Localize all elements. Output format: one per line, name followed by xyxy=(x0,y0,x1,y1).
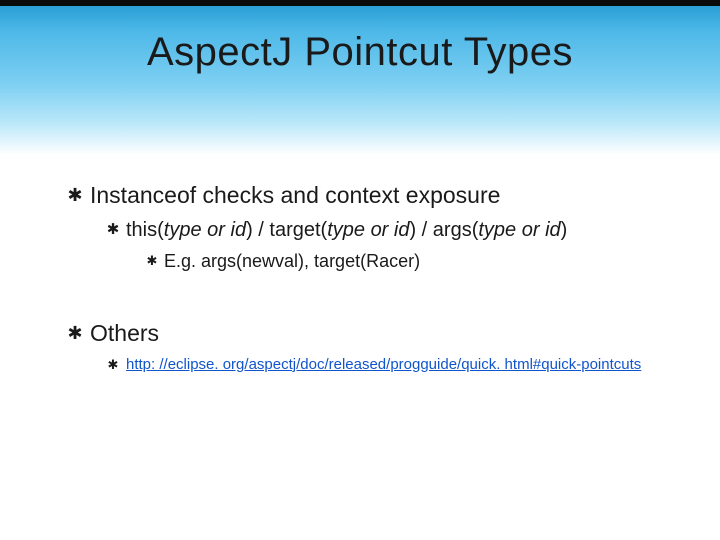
header-gradient xyxy=(0,0,720,155)
sig-this: this( xyxy=(126,219,164,241)
asterisk-icon: ✱ xyxy=(100,354,126,376)
slide: AspectJ Pointcut Types ✱ Instanceof chec… xyxy=(0,0,720,540)
bullet-level2: ✱ http: //eclipse. org/aspectj/doc/relea… xyxy=(100,354,670,376)
spacer xyxy=(60,278,670,318)
sig-close: ) xyxy=(561,219,568,241)
asterisk-icon: ✱ xyxy=(60,180,90,210)
bullet-level1: ✱ Instanceof checks and context exposure xyxy=(60,180,670,210)
sig-arg: type or id xyxy=(164,219,246,241)
bullet-level3: ✱ E.g. args(newval), target(Racer) xyxy=(140,248,670,274)
slide-body: ✱ Instanceof checks and context exposure… xyxy=(60,180,670,380)
section1-example: E.g. args(newval), target(Racer) xyxy=(164,248,420,274)
asterisk-icon: ✱ xyxy=(60,318,90,348)
section2-link-row: http: //eclipse. org/aspectj/doc/release… xyxy=(126,354,641,376)
sig-target: ) / target( xyxy=(246,219,327,241)
bullet-level2: ✱ this(type or id) / target(type or id) … xyxy=(100,216,670,244)
asterisk-icon: ✱ xyxy=(100,216,126,244)
asterisk-icon: ✱ xyxy=(140,248,164,274)
sig-arg: type or id xyxy=(478,219,560,241)
sig-args: ) / args( xyxy=(409,219,478,241)
section1-heading: Instanceof checks and context exposure xyxy=(90,180,500,210)
section1-signature: this(type or id) / target(type or id) / … xyxy=(126,216,567,244)
bullet-level1: ✱ Others xyxy=(60,318,670,348)
docs-link[interactable]: http: //eclipse. org/aspectj/doc/release… xyxy=(126,356,641,373)
section2-heading: Others xyxy=(90,318,159,348)
slide-title: AspectJ Pointcut Types xyxy=(0,30,720,75)
sig-arg: type or id xyxy=(327,219,409,241)
